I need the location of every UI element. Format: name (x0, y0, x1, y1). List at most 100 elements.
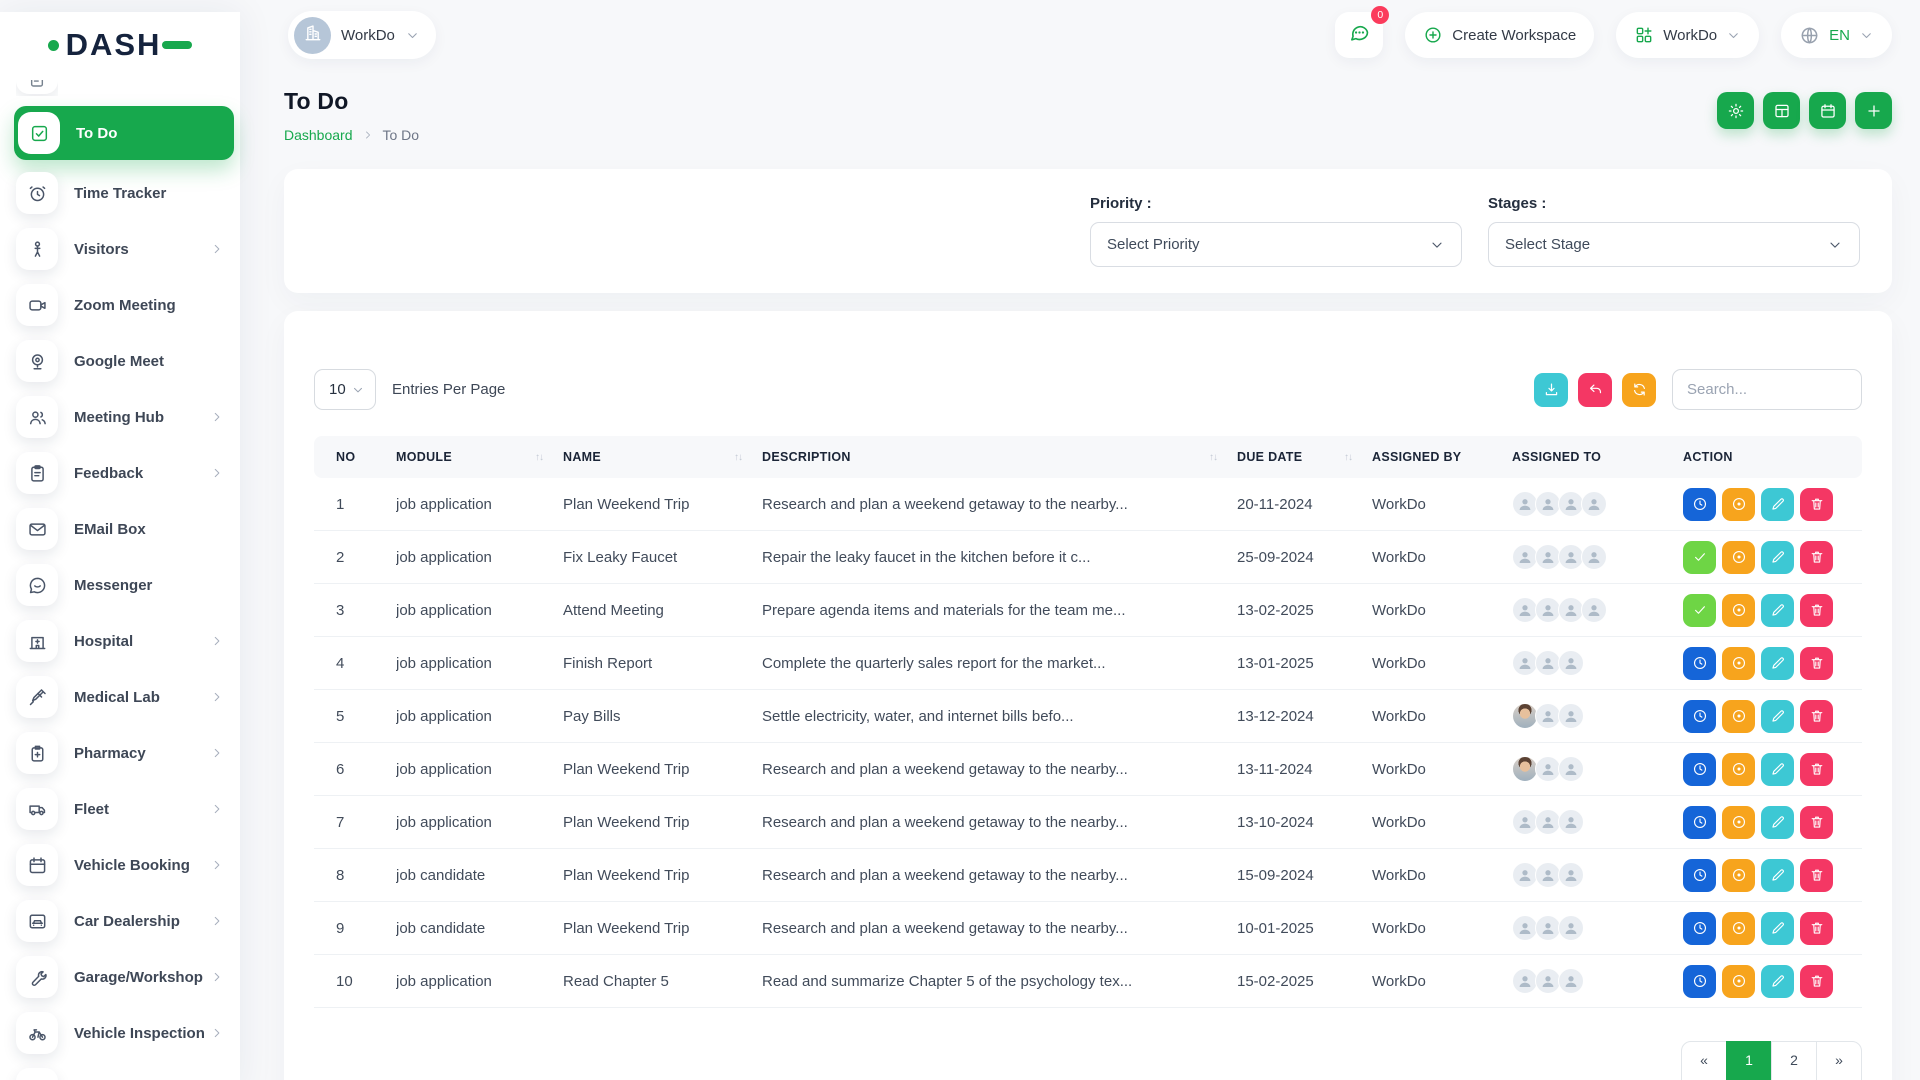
assignee-avatar[interactable] (1581, 491, 1607, 517)
breadcrumb-dashboard-link[interactable]: Dashboard (284, 127, 353, 143)
sidebar-item-feedback[interactable]: Feedback (16, 450, 240, 496)
edit-button[interactable] (1761, 594, 1794, 627)
sidebar-item-medical-lab[interactable]: Medical Lab (16, 674, 240, 720)
delete-button[interactable] (1800, 594, 1833, 627)
edit-button[interactable] (1761, 965, 1794, 998)
stage-select[interactable]: Select Stage (1488, 222, 1860, 267)
sidebar-item-meeting-hub[interactable]: Meeting Hub (16, 394, 240, 440)
delete-button[interactable] (1800, 806, 1833, 839)
calendar-button[interactable] (1809, 92, 1846, 129)
settings-button[interactable] (1717, 92, 1754, 129)
sort-icon[interactable]: ↑↓ (1209, 452, 1217, 463)
assignee-avatar[interactable] (1581, 544, 1607, 570)
column-header-description[interactable]: DESCRIPTION↑↓ (762, 450, 1237, 464)
search-input[interactable] (1672, 369, 1862, 410)
sidebar-item-vehicle-booking[interactable]: Vehicle Booking (16, 842, 240, 888)
sidebar-item-machine-repair[interactable]: Machine Repair (16, 1066, 240, 1080)
priority-select[interactable]: Select Priority (1090, 222, 1462, 267)
next-page-button[interactable]: » (1816, 1041, 1862, 1080)
view-button[interactable] (1722, 806, 1755, 839)
brand-logo[interactable]: DASH (0, 12, 240, 78)
complete-button[interactable] (1683, 541, 1716, 574)
schedule-button[interactable] (1683, 912, 1716, 945)
refresh-button[interactable] (1622, 373, 1656, 407)
schedule-button[interactable] (1683, 753, 1716, 786)
edit-button[interactable] (1761, 541, 1794, 574)
view-button[interactable] (1722, 912, 1755, 945)
edit-button[interactable] (1761, 859, 1794, 892)
schedule-button[interactable] (1683, 647, 1716, 680)
assignee-avatar[interactable] (1558, 650, 1584, 676)
sidebar-item-garage-workshop[interactable]: Garage/Workshop (16, 954, 240, 1000)
schedule-button[interactable] (1683, 859, 1716, 892)
workspace-selector[interactable]: WorkDo (288, 11, 436, 59)
delete-button[interactable] (1800, 859, 1833, 892)
assignee-avatar[interactable] (1558, 968, 1584, 994)
assignee-avatar[interactable] (1558, 809, 1584, 835)
complete-button[interactable] (1683, 594, 1716, 627)
schedule-button[interactable] (1683, 806, 1716, 839)
sort-icon[interactable]: ↑↓ (734, 452, 742, 463)
view-button[interactable] (1722, 753, 1755, 786)
assignee-avatar[interactable] (1558, 703, 1584, 729)
page-1-button[interactable]: 1 (1726, 1041, 1772, 1080)
sidebar-item-pharmacy[interactable]: Pharmacy (16, 730, 240, 776)
delete-button[interactable] (1800, 700, 1833, 733)
language-menu-button[interactable]: EN (1781, 12, 1892, 58)
undo-button[interactable] (1578, 373, 1612, 407)
sidebar-item-vehicle-inspection[interactable]: Vehicle Inspection (16, 1010, 240, 1056)
assignee-avatar[interactable] (1558, 862, 1584, 888)
view-button[interactable] (1722, 647, 1755, 680)
sidebar-item-hospital[interactable]: Hospital (16, 618, 240, 664)
workspace-menu-button[interactable]: WorkDo (1616, 12, 1759, 58)
sidebar-item-car-dealership[interactable]: Car Dealership (16, 898, 240, 944)
view-button[interactable] (1722, 541, 1755, 574)
assignee-avatar[interactable] (1581, 597, 1607, 623)
sidebar-item-visitors[interactable]: Visitors (16, 226, 240, 272)
delete-button[interactable] (1800, 965, 1833, 998)
column-header-due-date[interactable]: DUE DATE↑↓ (1237, 450, 1372, 464)
entries-per-page-select[interactable]: 10 (314, 369, 376, 410)
layout-button[interactable] (1763, 92, 1800, 129)
edit-button[interactable] (1761, 753, 1794, 786)
assignee-avatar[interactable] (1558, 915, 1584, 941)
sidebar-item-time-tracker[interactable]: Time Tracker (16, 170, 240, 216)
edit-button[interactable] (1761, 912, 1794, 945)
export-button[interactable] (1534, 373, 1568, 407)
delete-button[interactable] (1800, 647, 1833, 680)
sidebar-item-email-box[interactable]: EMail Box (16, 506, 240, 552)
page-2-button[interactable]: 2 (1771, 1041, 1817, 1080)
chat-button[interactable]: 0 (1335, 12, 1383, 58)
view-button[interactable] (1722, 965, 1755, 998)
pencil-icon (1770, 973, 1786, 989)
edit-button[interactable] (1761, 700, 1794, 733)
create-workspace-button[interactable]: Create Workspace (1405, 12, 1594, 58)
column-header-module[interactable]: MODULE↑↓ (396, 450, 563, 464)
view-button[interactable] (1722, 594, 1755, 627)
view-button[interactable] (1722, 488, 1755, 521)
schedule-button[interactable] (1683, 700, 1716, 733)
delete-button[interactable] (1800, 912, 1833, 945)
assignee-avatar[interactable] (1558, 756, 1584, 782)
view-button[interactable] (1722, 700, 1755, 733)
schedule-button[interactable] (1683, 488, 1716, 521)
sort-icon[interactable]: ↑↓ (1344, 452, 1352, 463)
delete-button[interactable] (1800, 541, 1833, 574)
schedule-button[interactable] (1683, 965, 1716, 998)
sidebar-item-to-do[interactable]: To Do (14, 106, 234, 160)
sidebar-item-google-meet[interactable]: Google Meet (16, 338, 240, 384)
edit-button[interactable] (1761, 647, 1794, 680)
view-button[interactable] (1722, 859, 1755, 892)
column-header-name[interactable]: NAME↑↓ (563, 450, 762, 464)
sort-icon[interactable]: ↑↓ (535, 452, 543, 463)
prev-page-button[interactable]: « (1681, 1041, 1727, 1080)
todo-row-6: 6job applicationPlan Weekend TripResearc… (314, 743, 1862, 796)
add-button[interactable] (1855, 92, 1892, 129)
delete-button[interactable] (1800, 753, 1833, 786)
edit-button[interactable] (1761, 488, 1794, 521)
edit-button[interactable] (1761, 806, 1794, 839)
sidebar-item-messenger[interactable]: Messenger (16, 562, 240, 608)
delete-button[interactable] (1800, 488, 1833, 521)
sidebar-item-zoom-meeting[interactable]: Zoom Meeting (16, 282, 240, 328)
sidebar-item-fleet[interactable]: Fleet (16, 786, 240, 832)
